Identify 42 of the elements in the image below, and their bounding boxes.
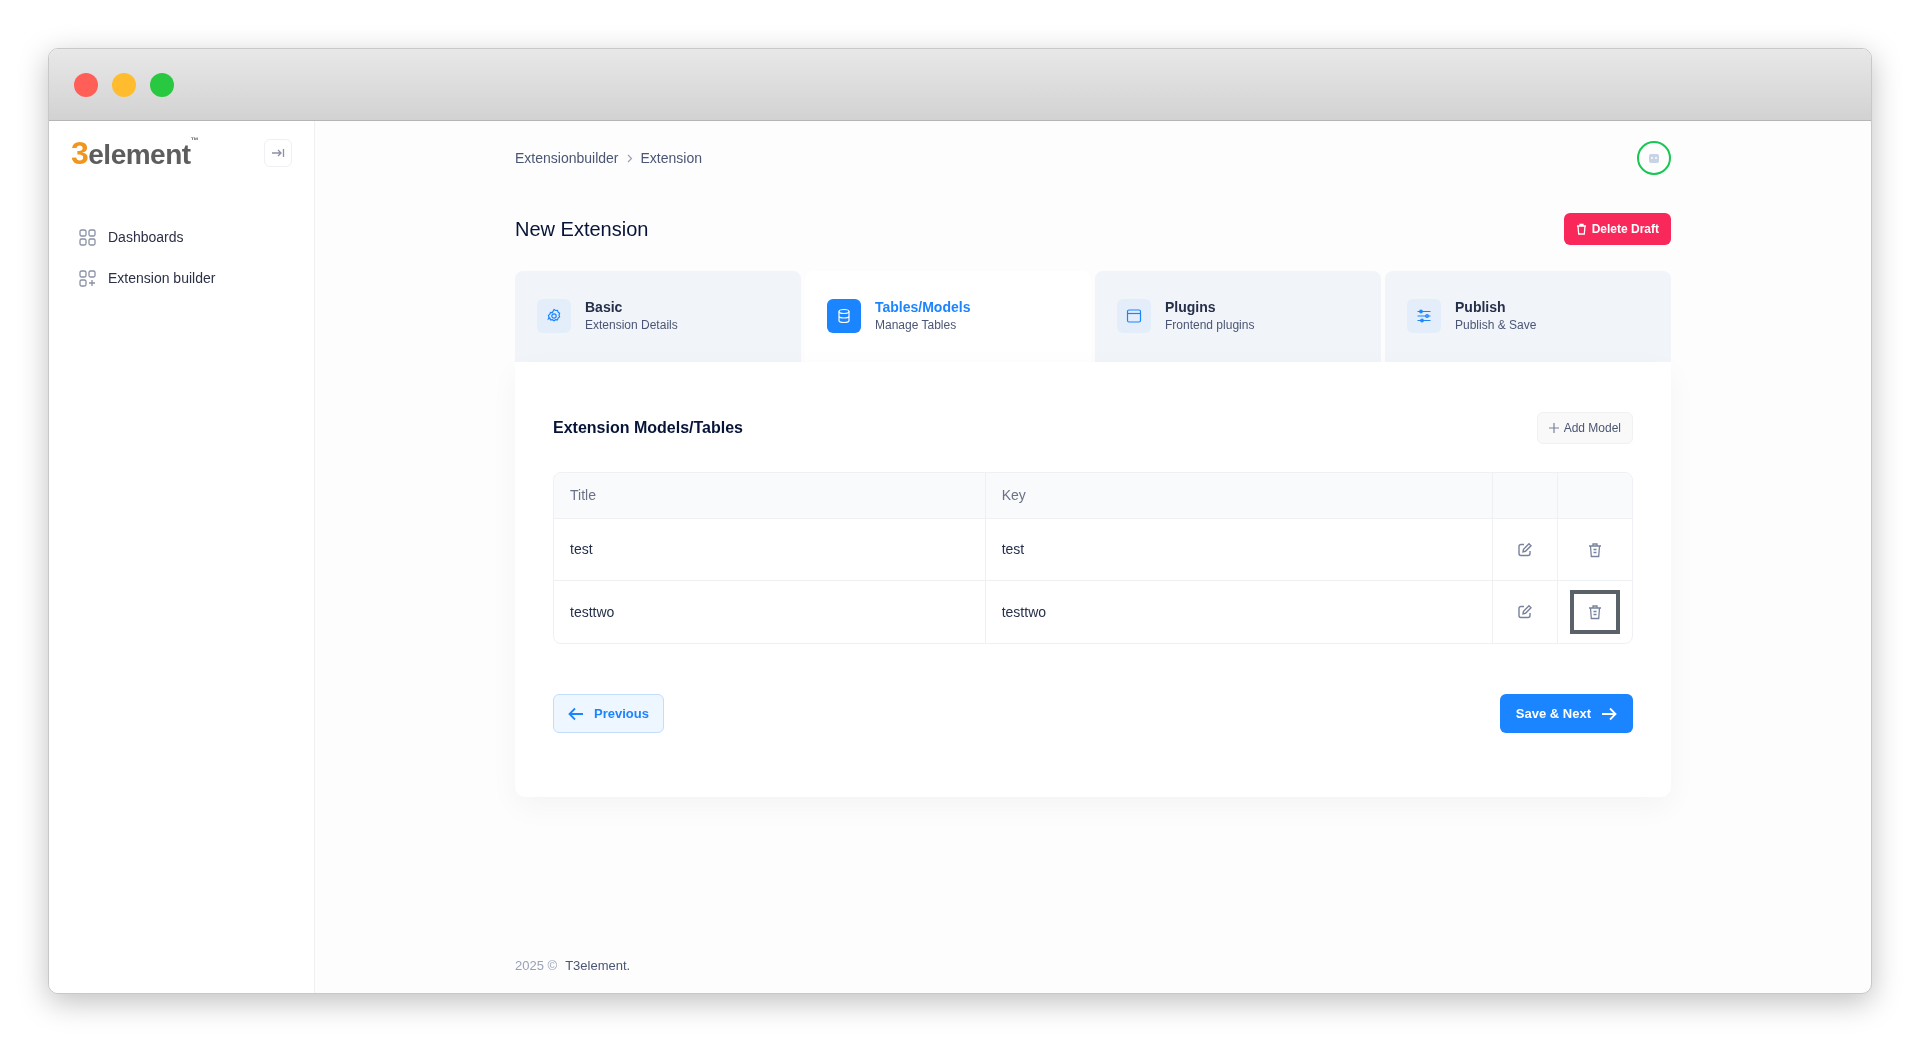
sidebar-toggle-button[interactable] (264, 139, 292, 167)
window-control-button[interactable] (112, 72, 136, 97)
edit-icon (1517, 604, 1533, 621)
copyright-year: 2025 © (515, 956, 558, 975)
step-tab[interactable]: Basic Extension Details (515, 271, 801, 362)
sliders-icon (1407, 299, 1441, 334)
table-cell: testtwo (985, 580, 1493, 643)
company-link[interactable]: T3element. (565, 955, 631, 975)
column-header: Title (554, 472, 986, 519)
page-title: New Extension (515, 217, 649, 241)
breadcrumb-link[interactable]: Extensionbuilder (515, 147, 619, 169)
trash-icon (1575, 223, 1587, 235)
column-header: Key (985, 472, 1493, 519)
grid-plus-icon (79, 270, 96, 287)
step-tab[interactable]: Plugins Frontend plugins (1095, 271, 1381, 362)
window-control-button[interactable] (74, 72, 98, 97)
logo: 3element™ (71, 137, 199, 169)
arrow-right-icon (1601, 706, 1617, 721)
table-cell: test (554, 518, 986, 581)
save-next-button[interactable]: Save & Next (1499, 693, 1633, 734)
database-icon (827, 299, 861, 334)
sidebar-item[interactable]: Extension builder (71, 258, 292, 299)
window-icon (1117, 299, 1151, 334)
table-cell: testtwo (554, 580, 986, 643)
delete-draft-button[interactable]: Delete Draft (1563, 213, 1671, 245)
chevron-right-icon (626, 153, 633, 163)
step-tab[interactable]: Publish Publish & Save (1385, 271, 1671, 362)
window-control-button[interactable] (150, 72, 174, 97)
arrow-left-icon (568, 706, 584, 721)
edit-icon (1517, 541, 1533, 558)
gear-icon (537, 299, 571, 334)
sidebar-item[interactable]: Dashboards (71, 217, 292, 258)
grid-icon (79, 229, 96, 246)
table-cell: test (985, 518, 1493, 581)
trash-icon (1588, 604, 1602, 621)
trash-icon (1588, 541, 1602, 558)
breadcrumb-link[interactable]: Extension (640, 147, 702, 169)
section-title: Extension Models/Tables (553, 417, 743, 438)
avatar[interactable] (1637, 141, 1671, 175)
add-model-button[interactable]: Add Model (1536, 411, 1633, 444)
collapse-arrow-icon (271, 148, 285, 158)
plus-icon (1548, 422, 1559, 433)
